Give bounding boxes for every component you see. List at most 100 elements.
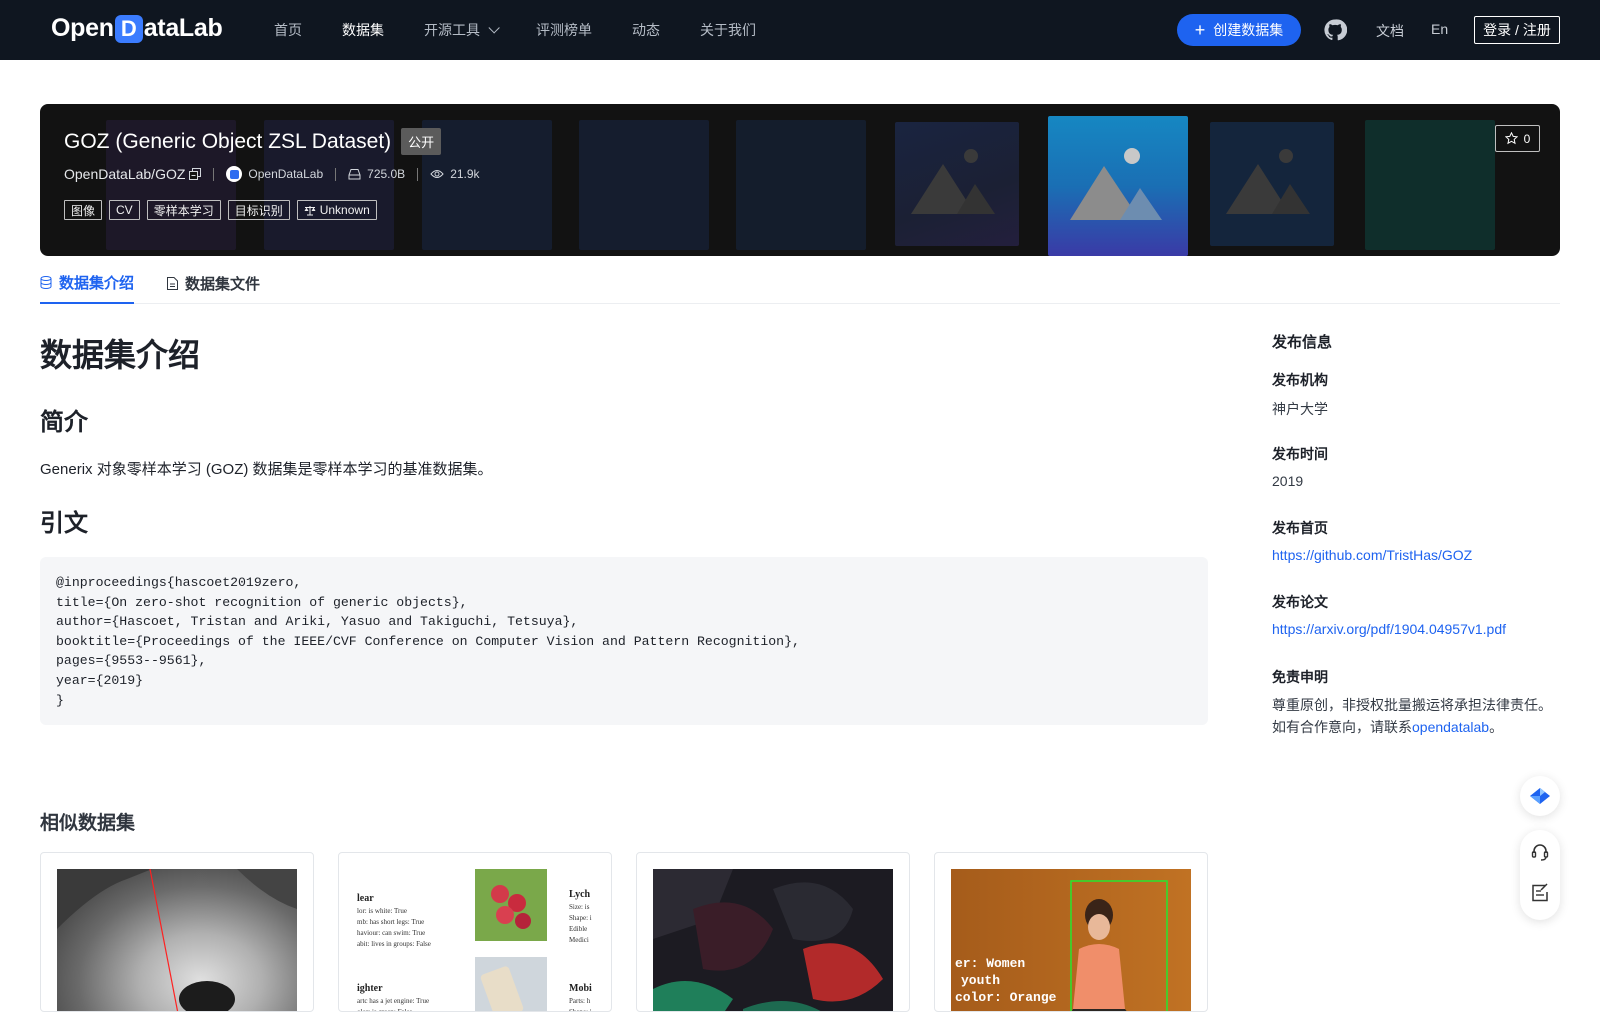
disclaimer-suffix: 。 xyxy=(1489,719,1504,735)
dataset-size: 725.0B xyxy=(367,167,406,181)
banner-thumbnail xyxy=(736,120,866,250)
feedback-icon[interactable] xyxy=(1530,883,1550,903)
nav-home[interactable]: 首页 xyxy=(274,20,302,40)
svg-text:Size: is: Size: is xyxy=(569,903,590,911)
scale-icon xyxy=(304,205,316,216)
svg-text:Shape: i: Shape: i xyxy=(569,914,592,922)
image-placeholder-icon xyxy=(1070,148,1162,220)
eye-icon xyxy=(430,169,444,179)
license-label: Unknown xyxy=(319,203,370,217)
main-nav: 首页 数据集 开源工具 评测榜单 动态 关于我们 xyxy=(274,0,796,60)
overlay-line-1: er: Women xyxy=(955,956,1026,971)
release-time-value: 2019 xyxy=(1272,473,1304,489)
banner-thumbnail xyxy=(1210,122,1334,246)
dataset-thumbnail xyxy=(57,869,297,1011)
copy-icon[interactable] xyxy=(189,168,202,180)
floating-assistant-button[interactable] xyxy=(1520,776,1560,816)
svg-text:ighter: ighter xyxy=(357,983,383,994)
divider xyxy=(417,167,419,181)
overlay-line-3: color: Orange xyxy=(955,990,1057,1005)
similar-datasets-title: 相似数据集 xyxy=(40,813,136,834)
banner-thumbnail-highlight xyxy=(1048,116,1188,256)
overlay-line-2: youth xyxy=(961,973,1001,988)
nav-datasets[interactable]: 数据集 xyxy=(342,20,384,40)
svg-text:Shape: i: Shape: i xyxy=(569,1008,592,1012)
disclaimer-label: 免责申明 xyxy=(1272,669,1328,685)
summary-text: Generix 对象零样本学习 (GOZ) 数据集是零样本学习的基准数据集。 xyxy=(40,461,493,478)
opendatalab-logo[interactable]: Open D ataLab xyxy=(51,14,223,43)
assistant-icon xyxy=(1528,786,1552,806)
release-time-label: 发布时间 xyxy=(1272,446,1328,462)
star-icon xyxy=(1504,132,1518,145)
tab-dataset-files[interactable]: 数据集文件 xyxy=(167,262,260,304)
similar-dataset-card[interactable] xyxy=(40,852,314,1012)
tag-chip[interactable]: 图像 xyxy=(64,200,103,220)
tab-dataset-intro-label: 数据集介绍 xyxy=(59,274,135,292)
dataset-thumbnail: lear lor: is white: True mb: has short l… xyxy=(355,869,595,1012)
divider xyxy=(335,167,337,181)
svg-text:Medici: Medici xyxy=(569,936,589,944)
dataset-header-banner: GOZ (Generic Object ZSL Dataset) 公开 Open… xyxy=(40,104,1560,256)
card-overlay-text: er: Women youth color: Orange xyxy=(955,955,1056,1006)
database-icon xyxy=(40,275,52,289)
citation-code-block[interactable]: @inproceedings{hascoet2019zero, title={O… xyxy=(40,557,1208,725)
disclaimer-prefix: 如有合作意向，请联系 xyxy=(1272,719,1412,735)
svg-text:lear: lear xyxy=(357,893,374,904)
floating-toolbar xyxy=(1520,830,1560,920)
intro-heading: 数据集介绍 xyxy=(40,337,201,373)
svg-text:artc has a jet engine: True: artc has a jet engine: True xyxy=(357,997,429,1005)
svg-text:Parts: h: Parts: h xyxy=(569,997,591,1005)
tag-chip[interactable]: 目标识别 xyxy=(227,200,290,220)
dataset-meta-row: OpenDataLab/GOZ OpenDataLab 725.0B 21.9k xyxy=(64,166,480,182)
nav-news[interactable]: 动态 xyxy=(632,20,660,40)
divider xyxy=(213,167,215,181)
create-dataset-button[interactable]: + 创建数据集 xyxy=(1177,14,1301,46)
nav-docs[interactable]: 文档 xyxy=(1376,21,1404,41)
svg-text:lor: is white: True: lor: is white: True xyxy=(357,907,407,915)
svg-text:haviour: can swim: True: haviour: can swim: True xyxy=(357,929,425,937)
org-avatar xyxy=(226,166,243,182)
similar-dataset-card[interactable]: lear lor: is white: True mb: has short l… xyxy=(338,852,612,1012)
language-switch[interactable]: En xyxy=(1431,21,1448,37)
tab-dataset-intro[interactable]: 数据集介绍 xyxy=(40,262,135,304)
headset-icon[interactable] xyxy=(1530,842,1550,862)
contact-link[interactable]: opendatalab xyxy=(1412,719,1489,735)
homepage-label: 发布首页 xyxy=(1272,520,1328,536)
logo-text-datalab: ataLab xyxy=(143,14,223,42)
star-button[interactable]: 0 xyxy=(1495,125,1540,152)
github-icon[interactable] xyxy=(1323,18,1348,42)
org-name[interactable]: OpenDataLab xyxy=(248,167,323,181)
login-register-button[interactable]: 登录 / 注册 xyxy=(1474,16,1560,44)
dataset-thumbnail: er: Women youth color: Orange xyxy=(951,869,1191,1011)
dataset-thumbnail xyxy=(653,869,893,1011)
file-icon xyxy=(167,276,179,290)
tag-chip[interactable]: 零样本学习 xyxy=(146,200,221,220)
similar-dataset-card[interactable] xyxy=(636,852,910,1012)
nav-about[interactable]: 关于我们 xyxy=(700,20,756,40)
svg-text:Mobi: Mobi xyxy=(569,983,592,994)
star-count: 0 xyxy=(1523,131,1531,146)
image-placeholder-icon xyxy=(911,149,995,214)
dataset-tags: 图像 CV 零样本学习 目标识别 Unknown xyxy=(64,200,384,220)
paper-label: 发布论文 xyxy=(1272,594,1328,610)
similar-dataset-card[interactable]: er: Women youth color: Orange xyxy=(934,852,1208,1012)
nav-open-tools[interactable]: 开源工具 xyxy=(424,20,500,40)
chevron-down-icon xyxy=(488,22,500,34)
paper-link[interactable]: https://arxiv.org/pdf/1904.04957v1.pdf xyxy=(1272,621,1506,637)
publisher-label: 发布机构 xyxy=(1272,372,1328,388)
svg-text:Edible: Edible xyxy=(569,925,587,933)
tab-dataset-files-label: 数据集文件 xyxy=(185,275,261,293)
plus-icon: + xyxy=(1194,20,1206,40)
storage-icon xyxy=(348,168,361,180)
nav-leaderboard[interactable]: 评测榜单 xyxy=(536,20,592,40)
tag-chip[interactable]: CV xyxy=(109,200,140,220)
homepage-link[interactable]: https://github.com/TristHas/GOZ xyxy=(1272,547,1472,563)
license-chip[interactable]: Unknown xyxy=(296,200,377,220)
disclaimer-line-1: 尊重原创，非授权批量搬运将承担法律责任。 xyxy=(1272,697,1552,713)
svg-text:mb: has short legs: True: mb: has short legs: True xyxy=(357,918,424,926)
top-navbar: Open D ataLab 首页 数据集 开源工具 评测榜单 动态 关于我们 +… xyxy=(0,0,1600,60)
svg-text:abit: lives in groups: False: abit: lives in groups: False xyxy=(357,940,431,948)
banner-thumbnail xyxy=(1365,120,1495,250)
banner-thumbnail xyxy=(422,120,552,250)
dataset-title: GOZ (Generic Object ZSL Dataset) xyxy=(64,129,392,153)
